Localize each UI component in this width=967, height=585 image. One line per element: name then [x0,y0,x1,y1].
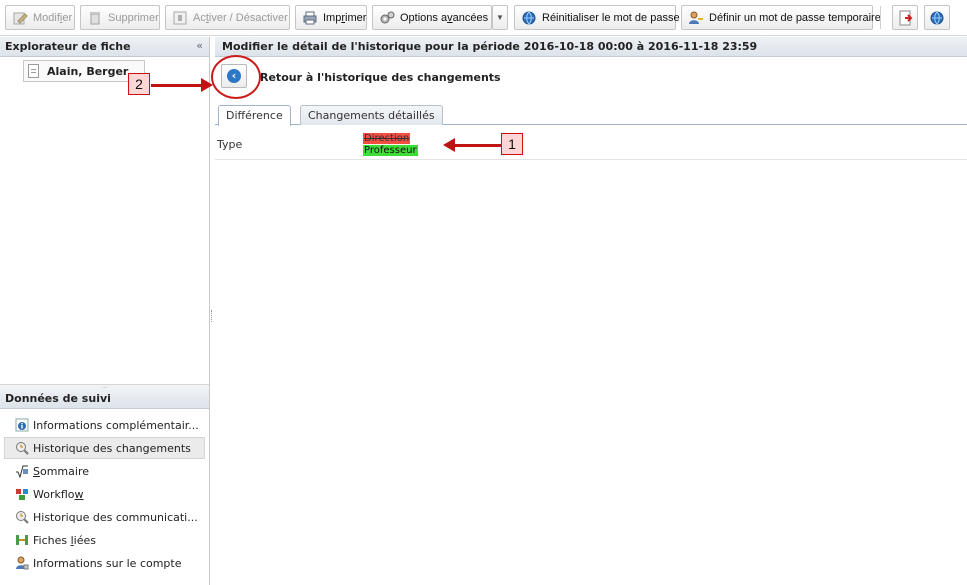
tab-difference[interactable]: Différence [218,105,291,126]
gears-icon [379,10,395,26]
file-explorer-header: Explorateur de fiche « [0,37,209,57]
nav-item-label: Historique des communicati... [33,510,198,524]
print-label: Imprimer [323,11,367,24]
print-button[interactable]: Imprimer [295,5,367,30]
edit-icon [12,10,28,26]
back-link[interactable]: Retour à l'historique des changements [260,71,501,84]
export-document-icon [897,10,913,26]
annotation-arrow-2 [151,84,203,87]
file-item-label: Alain, Berger [47,64,129,78]
annotation-arrow-1 [454,144,501,147]
file-item[interactable]: Alain, Berger [23,60,145,82]
delete-label: Supprimer [108,11,159,24]
nav-item-label: Informations complémentair... [33,418,199,432]
removed-value: Direction [363,133,411,144]
web-button[interactable] [924,5,950,30]
main-panel: Modifier le détail de l'historique pour … [215,37,967,585]
annotation-arrow-head-1 [443,138,455,152]
temp-password-button[interactable]: Définir un mot de passe temporaire [681,5,881,30]
print-icon [302,10,318,26]
reset-password-label: Réinitialiser le mot de passe [542,11,680,24]
tab-detailed-changes[interactable]: Changements détaillés [300,105,443,125]
toolbar: Modifier Supprimer Activer / Désactiver … [0,0,967,36]
nav-item-linked-files[interactable]: Fiches liées [4,529,205,551]
linked-files-icon [15,533,29,547]
tracking-data-title: Données de suivi [5,392,111,405]
toolbar-separator [880,6,881,29]
annotation-arrow-head-2 [201,78,213,92]
added-value: Professeur [363,145,418,156]
temp-password-label: Définir un mot de passe temporaire [709,11,881,24]
advanced-options-button[interactable]: Options avancées [372,5,492,30]
globe-icon [929,10,945,26]
trash-icon [87,10,103,26]
nav-item-label: Workflow [33,487,84,501]
nav-item-label: Historique des changements [33,441,191,455]
page-title: Modifier le détail de l'historique pour … [215,37,967,57]
tab-bar: Différence Changements détaillés [215,103,967,126]
nav-item-label: Sommaire [33,464,89,478]
globe-user-icon [521,10,537,26]
toggle-icon [172,10,188,26]
nav-item-label: Fiches liées [33,533,96,547]
advanced-options-dropdown[interactable]: ▼ [492,5,508,30]
callout-1: 1 [501,133,523,155]
chevron-down-icon: ▼ [496,13,504,22]
sqrt-icon [15,464,29,479]
diff-row: Type Direction Professeur [215,128,967,160]
reset-password-button[interactable]: Réinitialiser le mot de passe [514,5,680,30]
nav-item-summary[interactable]: Sommaire [4,460,205,482]
annotation-circle [211,55,261,99]
left-panel: Explorateur de fiche « Alain, Berger ...… [0,37,210,585]
export-button[interactable] [892,5,918,30]
file-explorer-title: Explorateur de fiche [5,40,131,53]
user-account-icon [15,556,29,570]
history-search-icon [15,441,29,455]
tracking-data-header: Données de suivi [0,389,209,409]
toggle-active-label: Activer / Désactiver [193,11,288,24]
nav-item-label: Informations sur le compte [33,556,182,570]
nav-item-additional-info[interactable]: Informations complémentair... [4,414,205,436]
toggle-active-button[interactable]: Activer / Désactiver [165,5,290,30]
collapse-panel-icon[interactable]: « [196,39,203,52]
user-key-icon [688,10,704,26]
delete-button[interactable]: Supprimer [80,5,160,30]
nav-item-account-info[interactable]: Informations sur le compte [4,552,205,574]
callout-2: 2 [128,73,150,95]
nav-item-workflow[interactable]: Workflow [4,483,205,505]
panel-splitter[interactable] [211,310,213,322]
document-icon [28,64,39,78]
modify-label: Modifier [33,11,73,24]
diff-field-label: Type [217,138,243,151]
nav-item-change-history[interactable]: Historique des changements [4,437,205,459]
advanced-options-label: Options avancées [400,11,489,24]
workflow-icon [15,487,29,501]
modify-button[interactable]: Modifier [5,5,75,30]
info-icon [15,418,29,432]
tracking-data-section: ... Données de suivi Informations complé… [0,384,209,575]
history-search-icon [15,510,29,524]
nav-item-communication-history[interactable]: Historique des communicati... [4,506,205,528]
